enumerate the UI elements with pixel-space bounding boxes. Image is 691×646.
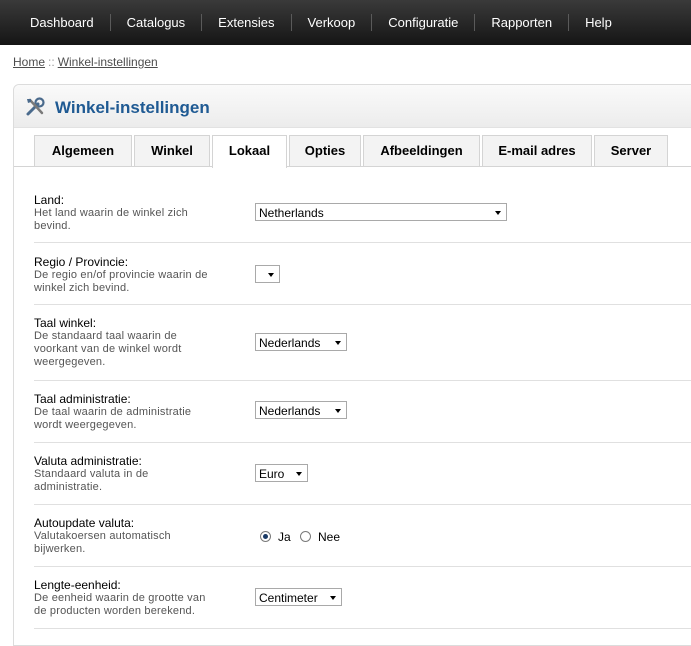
taal-administratie-select[interactable]: Nederlands [255, 401, 347, 419]
breadcrumb-current-link[interactable]: Winkel-instellingen [58, 55, 158, 69]
field-description: De eenheid waarin de grootte van de produ… [34, 592, 206, 617]
breadcrumb: Home:: Winkel-instellingen [13, 55, 158, 69]
select-value: Nederlands [259, 404, 321, 418]
form-row-lengte-eenheid: Lengte-eenheid: De eenheid waarin de gro… [34, 567, 691, 629]
nav-extensies[interactable]: Extensies [201, 14, 290, 31]
settings-panel: Winkel-instellingen Algemeen Winkel Loka… [13, 84, 691, 646]
field-description: Standaard valuta in de administratie. [34, 468, 149, 493]
tab-afbeeldingen[interactable]: Afbeeldingen [363, 135, 480, 166]
field-label: Taal winkel: [34, 316, 97, 330]
land-select[interactable]: Netherlands [255, 203, 507, 221]
nav-dashboard[interactable]: Dashboard [14, 14, 110, 31]
dropdown-arrow-icon [495, 211, 501, 215]
field-label: Regio / Provincie: [34, 255, 129, 269]
form-row-taal-administratie: Taal administratie: De taal waarin de ad… [34, 381, 691, 443]
lengte-eenheid-select[interactable]: Centimeter [255, 588, 342, 606]
panel-header: Winkel-instellingen [14, 85, 691, 128]
select-value: Centimeter [259, 591, 318, 605]
form-row-regio: Regio / Provincie: De regio en/of provin… [34, 243, 691, 305]
radio-label-ja[interactable]: Ja [278, 530, 291, 544]
dropdown-arrow-icon [296, 472, 302, 476]
taal-winkel-select[interactable]: Nederlands [255, 333, 347, 351]
tab-opties[interactable]: Opties [289, 135, 361, 166]
tab-lokaal[interactable]: Lokaal [212, 135, 287, 168]
tools-icon [26, 97, 45, 116]
select-value: Euro [259, 467, 285, 481]
breadcrumb-separator: :: [48, 55, 55, 69]
nav-configuratie[interactable]: Configuratie [371, 14, 474, 31]
form-row-valuta-administratie: Valuta administratie: Standaard valuta i… [34, 443, 691, 505]
nav-help[interactable]: Help [568, 14, 628, 31]
field-label: Land: [34, 193, 65, 207]
tab-email-adres[interactable]: E-mail adres [482, 135, 592, 166]
dropdown-arrow-icon [268, 273, 274, 277]
page-title: Winkel-instellingen [55, 98, 210, 117]
regio-select[interactable] [255, 265, 280, 283]
field-description: De regio en/of provincie waarin de winkel… [34, 269, 208, 294]
select-value: Nederlands [259, 336, 321, 350]
select-value: Netherlands [259, 206, 324, 220]
field-description: Valutakoersen automatisch bijwerken. [34, 530, 171, 555]
form-row-land: Land: Het land waarin de winkel zich bevi… [34, 181, 691, 243]
dropdown-arrow-icon [335, 409, 341, 413]
tab-server[interactable]: Server [594, 135, 668, 166]
tab-divider [14, 166, 691, 167]
nav-verkoop[interactable]: Verkoop [290, 14, 372, 31]
tab-winkel[interactable]: Winkel [134, 135, 210, 166]
radio-label-nee[interactable]: Nee [318, 530, 340, 544]
dropdown-arrow-icon [330, 596, 336, 600]
tab-algemeen[interactable]: Algemeen [34, 135, 132, 166]
field-description: De standaard taal waarin de voorkant van … [34, 330, 182, 368]
field-label: Valuta administratie: [34, 454, 142, 468]
field-label: Lengte-eenheid: [34, 578, 121, 592]
top-navigation-bar: Dashboard Catalogus Extensies Verkoop Co… [0, 0, 691, 45]
form-row-taal-winkel: Taal winkel: De standaard taal waarin de… [34, 305, 691, 381]
field-description: Het land waarin de winkel zich bevind. [34, 207, 188, 232]
dropdown-arrow-icon [335, 341, 341, 345]
field-label: Taal administratie: [34, 392, 131, 406]
field-label: Autoupdate valuta: [34, 516, 135, 530]
nav-rapporten[interactable]: Rapporten [474, 14, 568, 31]
form-row-autoupdate-valuta: Autoupdate valuta: Valutakoersen automat… [34, 505, 691, 567]
autoupdate-nee-radio[interactable] [300, 531, 311, 542]
autoupdate-ja-radio[interactable] [260, 531, 271, 542]
nav-catalogus[interactable]: Catalogus [109, 14, 202, 31]
breadcrumb-home-link[interactable]: Home [13, 55, 45, 69]
field-description: De taal waarin de administratie wordt wee… [34, 406, 192, 431]
valuta-administratie-select[interactable]: Euro [255, 464, 308, 482]
